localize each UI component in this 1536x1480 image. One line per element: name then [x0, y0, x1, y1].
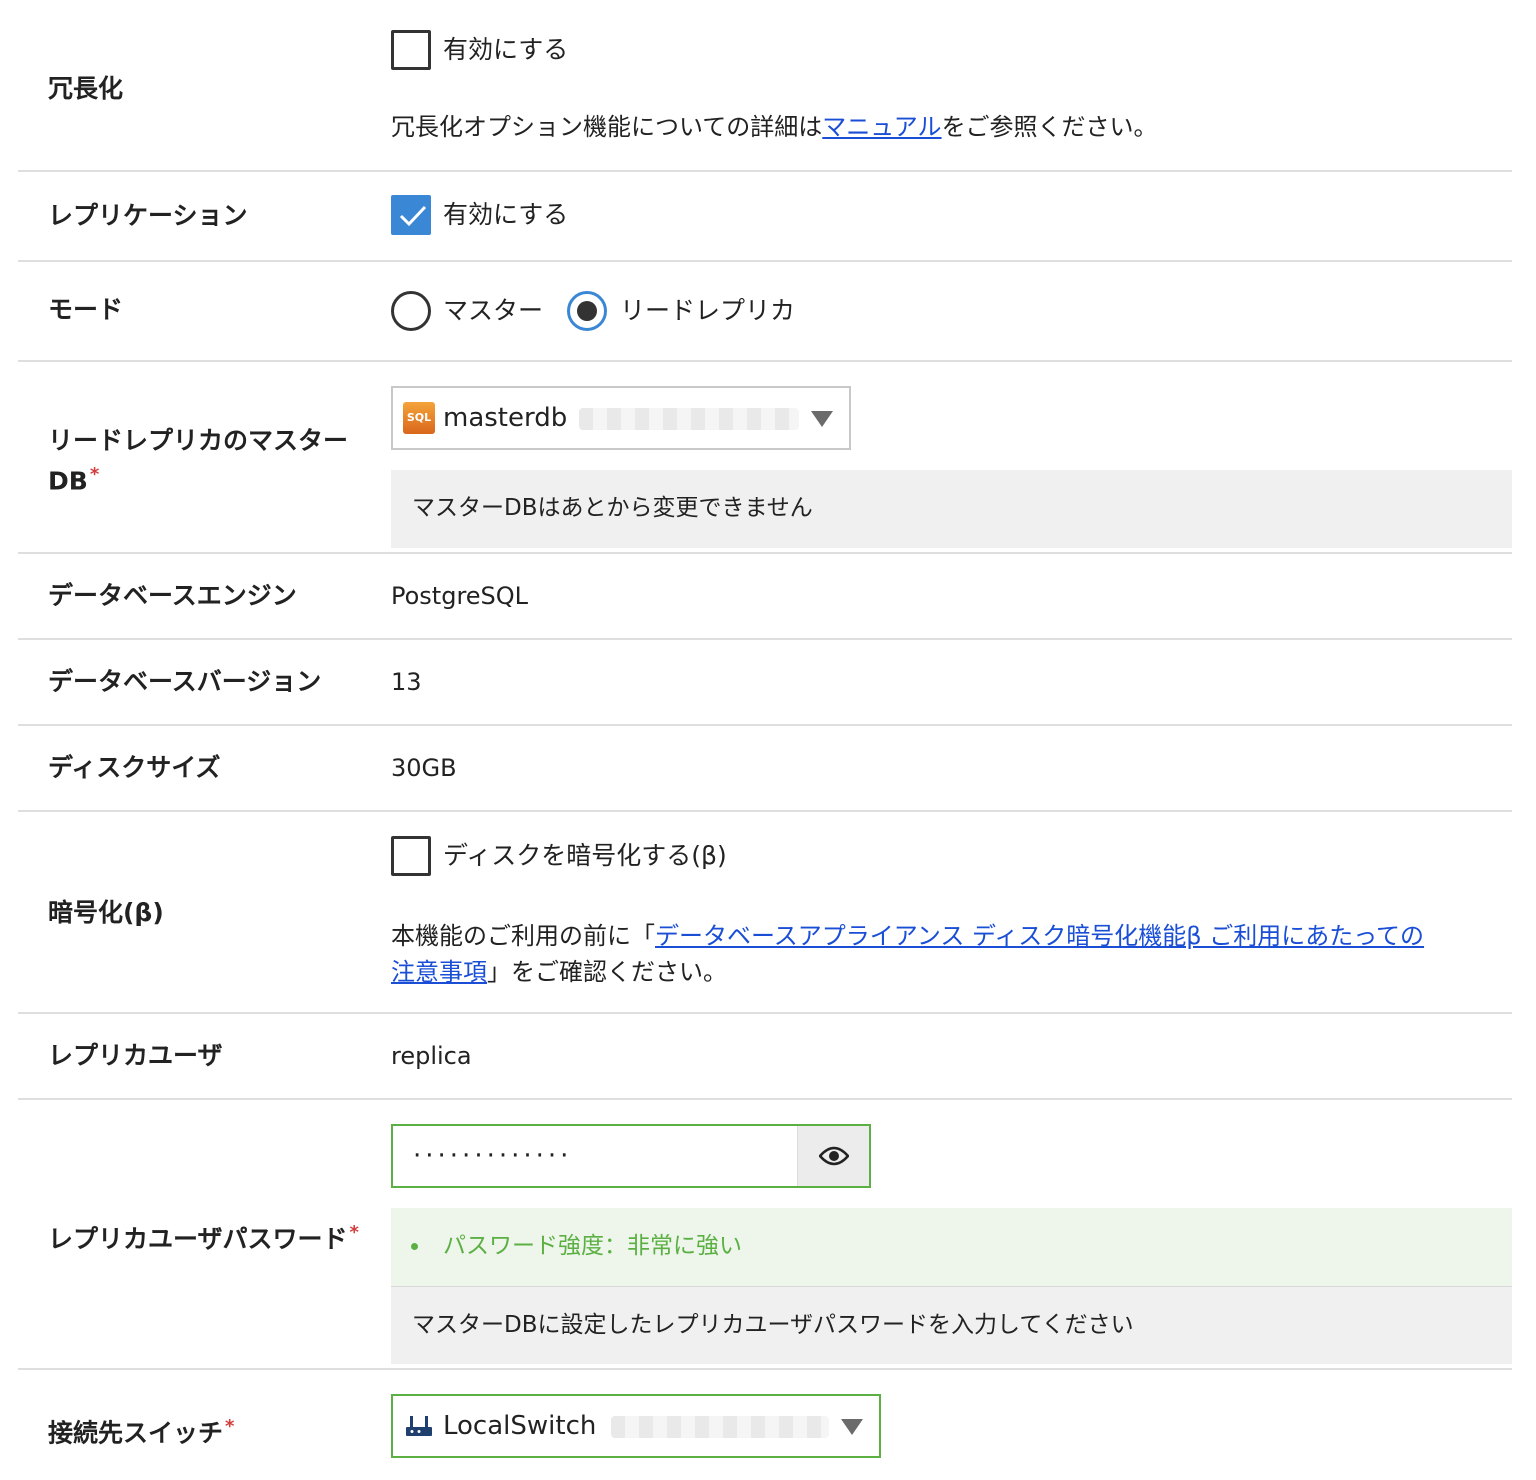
master-db-select[interactable]: SQL masterdb [391, 386, 851, 450]
password-masked-value: ············· [413, 1141, 573, 1171]
mode-radio-read-replica[interactable] [567, 291, 607, 331]
mode-option-master: マスター [443, 296, 544, 325]
row-version: データベースバージョン 13 [18, 640, 1512, 726]
replica-password-input[interactable]: ············· [391, 1124, 871, 1188]
replica-user-value: replica [391, 1042, 472, 1070]
master-db-value: masterdb [443, 403, 568, 433]
replication-checkbox-label: 有効にする [443, 200, 569, 229]
replication-label: レプリケーション [48, 201, 248, 230]
mode-option-read-replica: リードレプリカ [620, 296, 796, 325]
required-mark: * [349, 1222, 359, 1243]
engine-value: PostgreSQL [391, 582, 529, 610]
row-master-db: リードレプリカのマスター DB * SQL masterdb マスターDBはあとか… [18, 362, 1512, 554]
row-switch: 接続先スイッチ * LocalSwitch [18, 1370, 1512, 1480]
switch-label: 接続先スイッチ * [48, 1416, 235, 1448]
encryption-checkbox-label: ディスクを暗号化する(β) [443, 841, 727, 870]
switch-select[interactable]: LocalSwitch [391, 1394, 881, 1458]
sql-icon: SQL [403, 402, 435, 434]
checkmark-icon [399, 205, 427, 227]
bullet-icon [411, 1243, 418, 1250]
engine-label: データベースエンジン [48, 581, 297, 610]
eye-icon [819, 1146, 849, 1166]
row-replication: レプリケーション 有効にする [18, 172, 1512, 262]
disk-size-label: ディスクサイズ [48, 753, 221, 782]
required-mark: * [225, 1416, 235, 1437]
row-replica-password: レプリカユーザパスワード * ············· パスワード強度：非常に強… [18, 1100, 1512, 1370]
replica-password-label: レプリカユーザパスワード * [48, 1222, 359, 1254]
manual-link[interactable]: マニュアル [822, 113, 941, 141]
replica-password-note: マスターDBに設定したレプリカユーザパスワードを入力してください [391, 1286, 1512, 1364]
version-value: 13 [391, 668, 422, 696]
show-password-button[interactable] [797, 1126, 869, 1186]
encryption-notes-link-cont[interactable]: 注意事項 [391, 958, 487, 986]
row-mode: モード マスター リードレプリカ [18, 262, 1512, 362]
replica-user-label: レプリカユーザ [48, 1041, 223, 1070]
row-engine: データベースエンジン PostgreSQL [18, 554, 1512, 640]
row-encryption: 暗号化(β) ディスクを暗号化する(β) 本機能のご利用の前に「データベースアプ… [18, 812, 1512, 1014]
redundancy-help: 冗長化オプション機能についての詳細はマニュアルをご参照ください。 [391, 113, 1158, 141]
switch-icon [406, 1416, 432, 1436]
row-disk-size: ディスクサイズ 30GB [18, 726, 1512, 812]
disk-size-value: 30GB [391, 754, 457, 782]
mode-label: モード [48, 295, 124, 324]
required-mark: * [89, 464, 100, 485]
replication-checkbox[interactable] [391, 195, 431, 235]
encryption-help: 本機能のご利用の前に「データベースアプライアンス ディスク暗号化機能β ご利用に… [391, 922, 1425, 986]
redacted-text [579, 408, 799, 430]
master-db-note: マスターDBはあとから変更できません [391, 470, 1512, 548]
redundancy-label: 冗長化 [48, 74, 124, 103]
chevron-down-icon [811, 411, 833, 427]
switch-value: LocalSwitch [443, 1411, 597, 1441]
redundancy-checkbox-label: 有効にする [443, 35, 569, 64]
encryption-label: 暗号化(β) [48, 898, 164, 927]
master-db-label: リードレプリカのマスター DB * [48, 426, 349, 496]
redacted-text [611, 1416, 829, 1438]
password-strength: パスワード強度：非常に強い [391, 1208, 1512, 1286]
encryption-notes-link[interactable]: データベースアプライアンス ディスク暗号化機能β ご利用にあたっての [655, 922, 1424, 950]
mode-radio-master[interactable] [391, 291, 431, 331]
row-redundancy: 冗長化 有効にする 冗長化オプション機能についての詳細はマニュアルをご参照くださ… [18, 0, 1512, 172]
row-replica-user: レプリカユーザ replica [18, 1014, 1512, 1100]
redundancy-checkbox[interactable] [391, 30, 431, 70]
chevron-down-icon [841, 1419, 863, 1435]
encryption-checkbox[interactable] [391, 836, 431, 876]
version-label: データベースバージョン [48, 667, 322, 696]
